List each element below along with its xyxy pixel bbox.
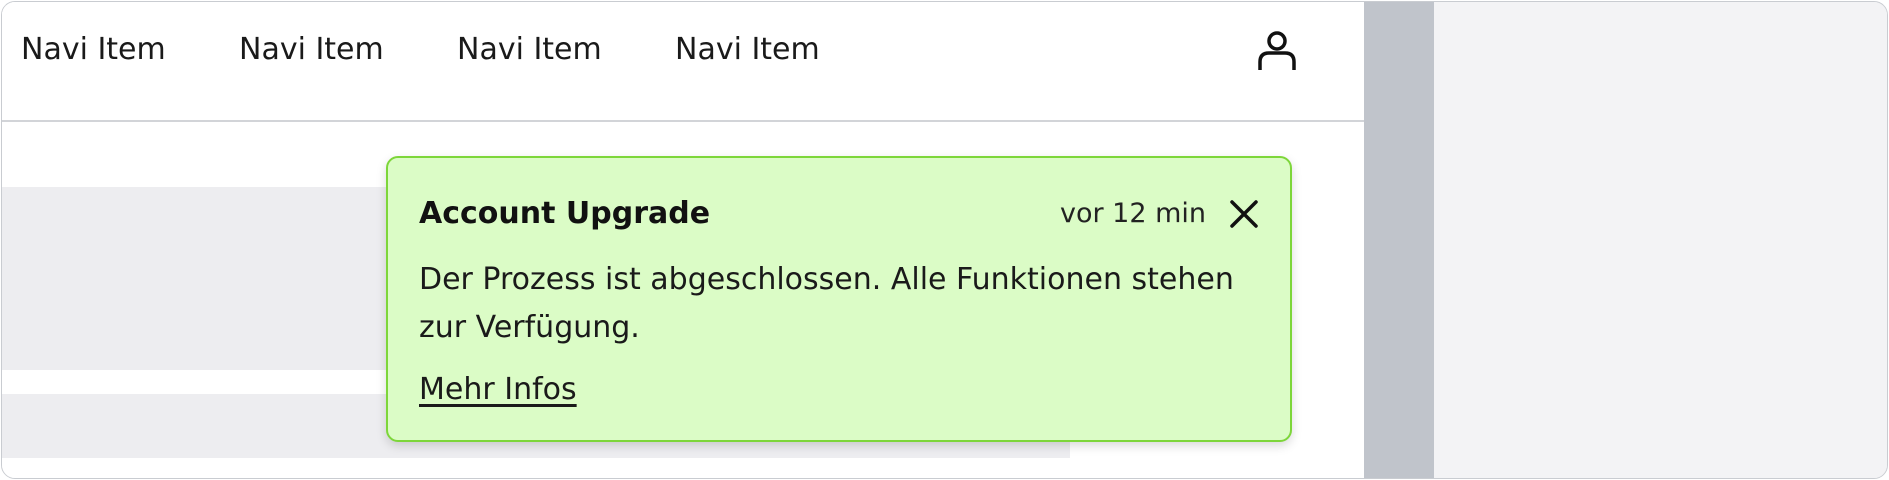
toast-title: Account Upgrade [419, 196, 711, 231]
notification-toast: Account Upgrade vor 12 min Der Prozess i… [386, 156, 1292, 442]
scrollbar[interactable] [1364, 2, 1438, 478]
user-account-button[interactable] [1252, 26, 1302, 76]
nav-item-1[interactable]: Navi Item [21, 30, 166, 70]
toast-timestamp: vor 12 min [1060, 198, 1207, 229]
window-frame: Navi Item Navi Item Navi Item Navi Item … [1, 1, 1888, 479]
top-navigation: Navi Item Navi Item Navi Item Navi Item [2, 2, 1364, 122]
app-area: Navi Item Navi Item Navi Item Navi Item … [2, 2, 1364, 478]
close-icon [1230, 200, 1258, 228]
user-icon [1258, 31, 1296, 70]
nav-item-2[interactable]: Navi Item [239, 30, 384, 70]
content-placeholder-block [2, 187, 386, 370]
toast-close-button[interactable] [1226, 196, 1262, 232]
side-panel [1434, 2, 1887, 478]
nav-item-3[interactable]: Navi Item [457, 30, 602, 70]
toast-message: Der Prozess ist abgeschlossen. Alle Funk… [419, 262, 1234, 345]
nav-item-4[interactable]: Navi Item [675, 30, 820, 70]
toast-more-info-link[interactable]: Mehr Infos [419, 370, 577, 410]
